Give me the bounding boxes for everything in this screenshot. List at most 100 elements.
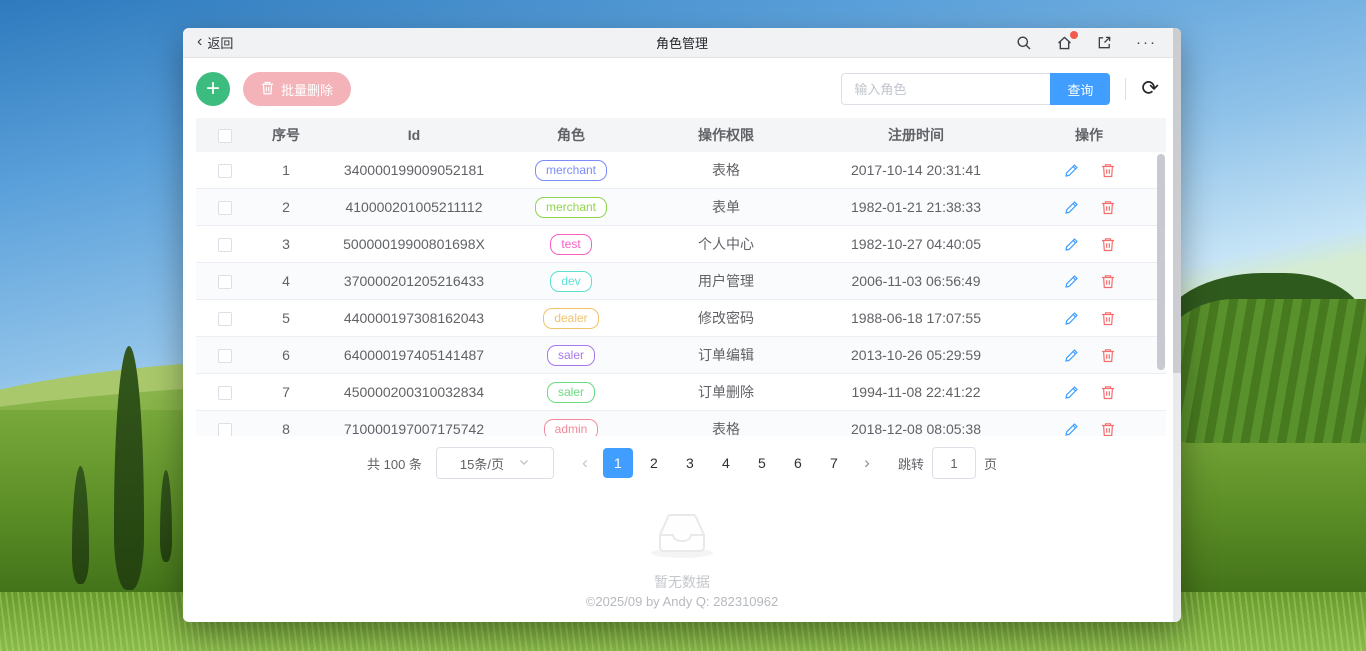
table-row: 4 370000201205216433 dev 用户管理 2006-11-03… xyxy=(196,263,1166,300)
back-button[interactable]: ‹ 返回 xyxy=(197,33,233,52)
edit-icon[interactable] xyxy=(1064,200,1079,215)
delete-icon[interactable] xyxy=(1101,422,1115,437)
chevron-left-icon: ‹ xyxy=(197,34,202,50)
page-button[interactable]: 6 xyxy=(783,448,813,478)
edit-icon[interactable] xyxy=(1064,237,1079,252)
page-button[interactable]: 7 xyxy=(819,448,849,478)
table-header: 序号 Id 角色 操作权限 注册时间 操作 xyxy=(196,118,1166,152)
row-permission: 个人中心 xyxy=(632,234,820,254)
row-checkbox[interactable] xyxy=(218,238,232,252)
row-id: 50000019900801698X xyxy=(318,236,510,252)
table-row: 5 440000197308162043 dealer 修改密码 1988-06… xyxy=(196,300,1166,337)
chevron-down-icon xyxy=(518,456,530,471)
table-row: 6 640000197405141487 saler 订单编辑 2013-10-… xyxy=(196,337,1166,374)
page-button[interactable]: 5 xyxy=(747,448,777,478)
row-permission: 订单删除 xyxy=(632,382,820,402)
role-badge: test xyxy=(550,234,591,255)
row-checkbox[interactable] xyxy=(218,275,232,289)
divider xyxy=(1125,78,1126,100)
window-scrollbar-track[interactable] xyxy=(1173,28,1181,622)
page-size-select[interactable]: 15条/页 xyxy=(436,447,554,479)
table-body: 1 340000199009052181 merchant 表格 2017-10… xyxy=(196,152,1166,436)
row-permission: 修改密码 xyxy=(632,308,820,328)
row-checkbox[interactable] xyxy=(218,312,232,326)
table-row: 2 410000201005211112 merchant 表单 1982-01… xyxy=(196,189,1166,226)
row-index: 4 xyxy=(254,273,318,289)
titlebar-actions: ··· xyxy=(1016,35,1167,51)
row-index: 7 xyxy=(254,384,318,400)
edit-icon[interactable] xyxy=(1064,422,1079,437)
select-all-checkbox[interactable] xyxy=(218,129,232,143)
notification-dot xyxy=(1070,31,1078,39)
pagination: 共 100 条 15条/页 ‹ 1 2 3 4 5 6 7 › 跳转 页 xyxy=(183,445,1181,481)
search-icon[interactable] xyxy=(1016,35,1032,51)
more-icon[interactable]: ··· xyxy=(1136,40,1157,46)
page-button[interactable]: 3 xyxy=(675,448,705,478)
app-footer: ©2025/09 by Andy Q: 282310962 xyxy=(183,594,1181,621)
row-id: 370000201205216433 xyxy=(318,273,510,289)
back-label: 返回 xyxy=(207,33,233,52)
window-scrollbar-thumb[interactable] xyxy=(1173,28,1181,373)
roles-table: 序号 Id 角色 操作权限 注册时间 操作 1 3400001990090521… xyxy=(196,118,1166,436)
table-row: 3 50000019900801698X test 个人中心 1982-10-2… xyxy=(196,226,1166,263)
delete-icon[interactable] xyxy=(1101,274,1115,289)
query-button[interactable]: 查询 xyxy=(1050,73,1110,105)
page-unit-label: 页 xyxy=(984,454,997,473)
row-checkbox[interactable] xyxy=(218,423,232,436)
page-button[interactable]: 1 xyxy=(603,448,633,478)
delete-icon[interactable] xyxy=(1101,385,1115,400)
edit-icon[interactable] xyxy=(1064,348,1079,363)
page-jump: 跳转 页 xyxy=(898,447,997,479)
external-link-icon[interactable] xyxy=(1097,35,1112,50)
row-checkbox[interactable] xyxy=(218,164,232,178)
edit-icon[interactable] xyxy=(1064,274,1079,289)
page-button[interactable]: 4 xyxy=(711,448,741,478)
table-row: 8 710000197007175742 admin 表格 2018-12-08… xyxy=(196,411,1166,436)
delete-icon[interactable] xyxy=(1101,348,1115,363)
row-id: 710000197007175742 xyxy=(318,421,510,436)
row-time: 1982-10-27 04:40:05 xyxy=(820,236,1012,252)
trash-icon xyxy=(261,81,274,98)
row-checkbox[interactable] xyxy=(218,349,232,363)
row-index: 2 xyxy=(254,199,318,215)
search-input[interactable] xyxy=(841,73,1050,105)
row-id: 440000197308162043 xyxy=(318,310,510,326)
row-id: 410000201005211112 xyxy=(318,199,510,215)
edit-icon[interactable] xyxy=(1064,311,1079,326)
row-index: 5 xyxy=(254,310,318,326)
delete-icon[interactable] xyxy=(1101,311,1115,326)
page-content: + 批量删除 查询 ⟳ 序号 xyxy=(183,58,1181,621)
next-page-button[interactable]: › xyxy=(852,448,882,478)
role-badge: saler xyxy=(547,382,595,403)
edit-icon[interactable] xyxy=(1064,385,1079,400)
edit-icon[interactable] xyxy=(1064,163,1079,178)
row-index: 6 xyxy=(254,347,318,363)
row-checkbox[interactable] xyxy=(218,386,232,400)
delete-icon[interactable] xyxy=(1101,200,1115,215)
row-permission: 表格 xyxy=(632,419,820,436)
role-badge: merchant xyxy=(535,197,607,218)
header-index: 序号 xyxy=(254,125,318,145)
page-button[interactable]: 2 xyxy=(639,448,669,478)
jump-label: 跳转 xyxy=(898,454,924,473)
row-id: 640000197405141487 xyxy=(318,347,510,363)
jump-page-input[interactable] xyxy=(932,447,976,479)
row-checkbox[interactable] xyxy=(218,201,232,215)
empty-state: 暂无数据 xyxy=(183,497,1181,592)
empty-text: 暂无数据 xyxy=(654,572,710,592)
batch-delete-button[interactable]: 批量删除 xyxy=(243,72,351,106)
home-icon[interactable] xyxy=(1056,35,1073,51)
pagination-total: 共 100 条 xyxy=(367,454,422,473)
header-op: 操作 xyxy=(1012,125,1166,145)
delete-icon[interactable] xyxy=(1101,237,1115,252)
page-size-value: 15条/页 xyxy=(460,454,504,473)
delete-icon[interactable] xyxy=(1101,163,1115,178)
refresh-icon[interactable]: ⟳ xyxy=(1141,78,1159,99)
prev-page-button[interactable]: ‹ xyxy=(570,448,600,478)
table-row: 1 340000199009052181 merchant 表格 2017-10… xyxy=(196,152,1166,189)
row-id: 450000200310032834 xyxy=(318,384,510,400)
add-button[interactable]: + xyxy=(196,72,230,106)
batch-delete-label: 批量删除 xyxy=(281,80,333,99)
row-index: 8 xyxy=(254,421,318,436)
table-scrollbar-thumb[interactable] xyxy=(1157,154,1165,370)
